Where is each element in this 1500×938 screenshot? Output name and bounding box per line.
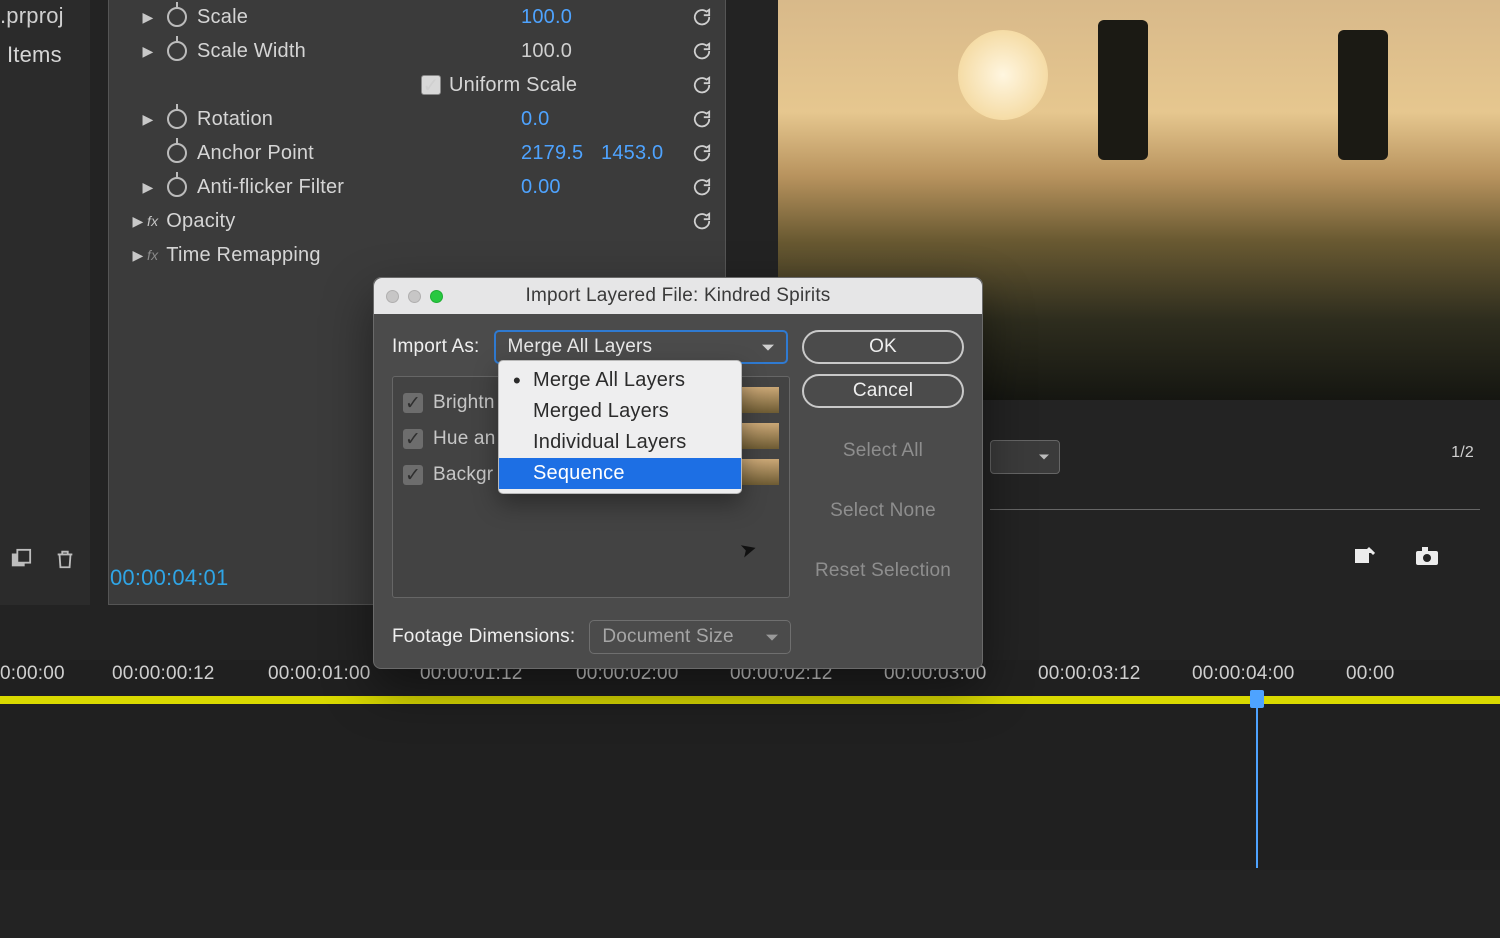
reset-icon[interactable] [691,110,713,128]
property-row: ▶ Anti-flicker Filter 0.00 [109,170,725,204]
reset-icon[interactable] [691,8,713,26]
property-label: Anti-flicker Filter [197,176,344,199]
layer-checkbox[interactable]: ✓ [403,429,423,449]
import-as-value: Merge All Layers [508,336,653,358]
stopwatch-icon[interactable] [167,177,187,197]
monitor-export-icons [1352,545,1440,572]
effect-group-label: Opacity [166,210,235,233]
property-label: Rotation [197,108,273,131]
property-label: Anchor Point [197,142,314,165]
project-items-count: Items [7,42,62,68]
import-layered-file-dialog: Import Layered File: Kindred Spirits Imp… [373,277,983,669]
property-row: ▶ Scale Width 100.0 [109,34,725,68]
property-value[interactable]: 0.00 [521,176,561,199]
dropdown-option-merge-all-layers[interactable]: Merge All Layers [499,365,741,396]
dropdown-option-sequence[interactable]: Sequence [499,458,741,489]
preview-silhouette [1338,30,1388,160]
preview-sun [958,30,1048,120]
property-row: ▶ Rotation 0.0 [109,102,725,136]
timeline-ruler[interactable] [0,696,1500,704]
timeline-label: 00:00:03:12 [1038,663,1141,685]
layer-label: Brightn [433,392,495,414]
property-row: ▶ Scale 100.0 [109,0,725,34]
chevron-right-icon[interactable]: ▶ [139,43,157,60]
import-as-label: Import As: [392,336,480,358]
effect-group-row[interactable]: ▶ fx Opacity [109,204,725,238]
stopwatch-icon[interactable] [167,41,187,61]
property-row: ✓ Uniform Scale [109,68,725,102]
stopwatch-icon[interactable] [167,7,187,27]
fx-badge-icon[interactable]: fx [147,247,158,263]
reset-selection-button: Reset Selection [802,554,964,588]
camera-icon[interactable] [1414,545,1440,572]
export-frame-icon[interactable] [1352,545,1378,572]
footage-dimensions-label: Footage Dimensions: [392,626,575,648]
timeline-playhead[interactable] [1250,690,1264,708]
stopwatch-icon[interactable] [167,109,187,129]
preview-silhouette [1098,20,1148,160]
monitor-page-fraction[interactable]: 1/2 [1451,444,1474,462]
fx-badge-icon[interactable]: fx [147,213,158,229]
trash-icon[interactable] [54,548,76,570]
property-value[interactable]: 0.0 [521,108,549,131]
layer-thumbnail [737,387,779,413]
layer-label: Hue an [433,428,495,450]
footage-dimensions-combobox: Document Size [589,620,791,654]
layer-thumbnail [737,459,779,485]
dialog-title: Import Layered File: Kindred Spirits [374,285,982,307]
layer-checkbox[interactable]: ✓ [403,465,423,485]
effect-controls-timecode[interactable]: 00:00:04:01 [110,565,228,591]
property-value[interactable]: 2179.5 [521,142,583,165]
property-label: Uniform Scale [449,74,577,97]
dropdown-option-individual-layers[interactable]: Individual Layers [499,427,741,458]
monitor-controls [990,440,1072,474]
timeline-label: 00:00 [1346,663,1395,685]
footage-dimensions-value: Document Size [602,626,733,648]
import-as-dropdown: Merge All Layers Merged Layers Individua… [498,360,742,494]
reset-icon[interactable] [691,178,713,196]
timeline-label: 00:00:00:12 [112,663,215,685]
new-bin-icon[interactable] [10,548,32,570]
monitor-zoom-select[interactable] [990,440,1060,474]
effect-group-row[interactable]: ▶ fx Time Remapping [109,238,725,272]
property-label: Scale Width [197,40,306,63]
property-value[interactable]: 1453.0 [601,142,663,165]
reset-icon[interactable] [691,42,713,60]
property-value: 100.0 [521,40,572,63]
property-label: Scale [197,6,248,29]
reset-icon[interactable] [691,76,713,94]
timeline-label: 0:00:00 [0,663,65,685]
dropdown-option-merged-layers[interactable]: Merged Layers [499,396,741,427]
project-panel: .prproj Items [0,0,90,605]
property-value[interactable]: 100.0 [521,6,572,29]
monitor-scrubber[interactable] [990,490,1480,510]
dialog-titlebar[interactable]: Import Layered File: Kindred Spirits [374,278,982,314]
ok-button[interactable]: OK [802,330,964,364]
select-none-button: Select None [802,494,964,528]
chevron-right-icon[interactable]: ▶ [129,213,147,230]
chevron-right-icon[interactable]: ▶ [139,111,157,128]
effect-group-label: Time Remapping [166,244,320,267]
layer-checkbox[interactable]: ✓ [403,393,423,413]
timeline-panel: 0:00:00 00:00:00:12 00:00:01:00 00:00:01… [0,660,1500,870]
chevron-right-icon[interactable]: ▶ [139,9,157,26]
reset-icon[interactable] [691,144,713,162]
layer-label: Backgr [433,464,493,486]
timeline-label: 00:00:01:00 [268,663,371,685]
select-all-button: Select All [802,434,964,468]
project-ext: .prproj [0,3,64,29]
cancel-button[interactable]: Cancel [802,374,964,408]
layer-thumbnail [737,423,779,449]
timeline-label: 00:00:04:00 [1192,663,1295,685]
chevron-right-icon[interactable]: ▶ [139,179,157,196]
stopwatch-icon[interactable] [167,143,187,163]
uniform-scale-checkbox[interactable]: ✓ [421,75,441,95]
import-as-combobox[interactable]: Merge All Layers [494,330,788,364]
chevron-right-icon[interactable]: ▶ [129,247,147,264]
property-row: ▶ Anchor Point 2179.5 1453.0 [109,136,725,170]
reset-icon[interactable] [691,212,713,230]
